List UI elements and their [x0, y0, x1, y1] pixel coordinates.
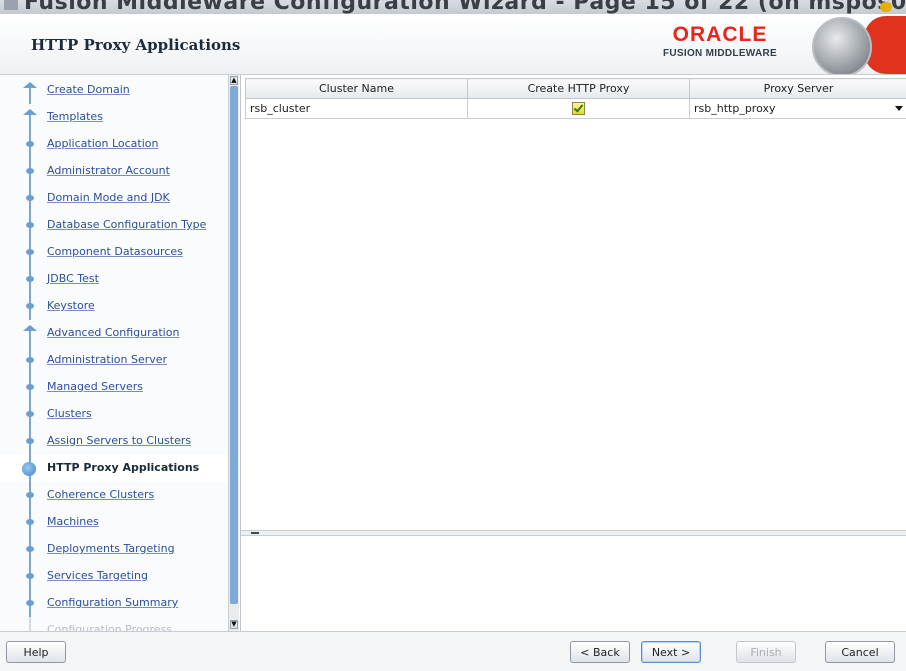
app-icon [4, 0, 18, 10]
step-marker-icon [26, 222, 34, 228]
lower-message-pane [241, 536, 906, 631]
scroll-down-icon[interactable]: ▼ [230, 620, 238, 629]
nav-item-administration-server[interactable]: Administration Server [0, 347, 228, 374]
nav-item-label: Administration Server [47, 353, 167, 366]
nav-item-label: Clusters [47, 407, 92, 420]
window-titlebar: Fusion Middleware Configuration Wizard -… [0, 0, 906, 14]
nav-item-label: Configuration Progress [47, 623, 172, 631]
nav-item-label: Deployments Targeting [47, 542, 175, 555]
next-button[interactable]: Next > [641, 641, 701, 663]
nav-item-templates[interactable]: Templates [0, 104, 228, 131]
step-marker-icon [26, 384, 34, 390]
step-marker-icon [26, 303, 34, 309]
nav-item-coherence-clusters[interactable]: Coherence Clusters [0, 482, 228, 509]
wizard-header: HTTP Proxy Applications ORACLE FUSION MI… [0, 14, 906, 74]
create-http-proxy-checkbox[interactable] [572, 102, 585, 115]
nav-item-label: Services Targeting [47, 569, 148, 582]
nav-scrollbar[interactable]: ▲ ▼ [228, 75, 239, 631]
nav-item-label: Machines [47, 515, 99, 528]
nav-item-machines[interactable]: Machines [0, 509, 228, 536]
step-marker-icon [26, 168, 34, 174]
nav-item-label: JDBC Test [47, 272, 99, 285]
nav-item-configuration-progress: Configuration Progress [0, 617, 228, 631]
create-http-proxy-cell [468, 99, 690, 119]
nav-item-services-targeting[interactable]: Services Targeting [0, 563, 228, 590]
brand-disc-icon [812, 17, 872, 74]
nav-item-label: Keystore [47, 299, 95, 312]
nav-item-database-configuration-type[interactable]: Database Configuration Type [0, 212, 228, 239]
step-marker-icon [26, 249, 34, 255]
column-header-proxy-server[interactable]: Proxy Server [690, 79, 906, 99]
step-marker-icon [23, 109, 37, 115]
window-control-icon[interactable] [880, 2, 892, 12]
step-marker-icon [26, 411, 34, 417]
nav-item-label: Administrator Account [47, 164, 170, 177]
nav-item-domain-mode-and-jdk[interactable]: Domain Mode and JDK [0, 185, 228, 212]
nav-item-label: Configuration Summary [47, 596, 178, 609]
step-marker-icon [26, 141, 34, 147]
step-marker-icon [26, 600, 34, 606]
brand-graphic [802, 14, 906, 74]
nav-item-label: Application Location [47, 137, 158, 150]
column-header-create-http-proxy[interactable]: Create HTTP Proxy [468, 79, 690, 99]
nav-item-label: Advanced Configuration [47, 326, 179, 339]
scroll-thumb[interactable] [230, 86, 238, 604]
column-header-cluster-name[interactable]: Cluster Name [246, 79, 468, 99]
nav-item-deployments-targeting[interactable]: Deployments Targeting [0, 536, 228, 563]
page-title: HTTP Proxy Applications [31, 36, 240, 54]
step-marker-icon [23, 82, 37, 88]
wizard-footer: Help < Back Next > Finish Cancel [0, 631, 906, 671]
oracle-logo: ORACLE [630, 24, 810, 46]
nav-item-application-location[interactable]: Application Location [0, 131, 228, 158]
nav-item-label: Managed Servers [47, 380, 143, 393]
step-marker-icon [26, 195, 34, 201]
finish-button[interactable]: Finish [736, 641, 796, 663]
nav-item-configuration-summary[interactable]: Configuration Summary [0, 590, 228, 617]
step-marker-icon [26, 492, 34, 498]
step-marker-icon [26, 357, 34, 363]
nav-item-http-proxy-applications[interactable]: HTTP Proxy Applications [0, 455, 228, 482]
divider-grip-icon[interactable] [251, 532, 259, 534]
wizard-steps-nav: Create Domain Templates Application Loca… [0, 75, 238, 631]
window-title: Fusion Middleware Configuration Wizard -… [24, 0, 906, 14]
nav-item-label: Templates [47, 110, 103, 123]
step-marker-icon [26, 573, 34, 579]
nav-item-label: Component Datasources [47, 245, 183, 258]
content-panel: Cluster Name Create HTTP Proxy Proxy Ser… [240, 75, 906, 631]
scroll-up-icon[interactable]: ▲ [230, 76, 238, 85]
nav-item-label: Database Configuration Type [47, 218, 206, 231]
cancel-button[interactable]: Cancel [825, 641, 895, 663]
nav-item-advanced-configuration[interactable]: Advanced Configuration [0, 320, 228, 347]
back-button[interactable]: < Back [570, 641, 630, 663]
step-marker-icon [26, 438, 34, 444]
step-marker-icon [26, 519, 34, 525]
proxy-server-value: rsb_http_proxy [694, 102, 776, 115]
current-step-icon [22, 462, 36, 476]
nav-item-label: Domain Mode and JDK [47, 191, 170, 204]
chevron-down-icon[interactable] [895, 106, 903, 111]
nav-item-label: HTTP Proxy Applications [47, 461, 199, 474]
nav-item-clusters[interactable]: Clusters [0, 401, 228, 428]
table-row[interactable]: rsb_cluster rsb_http_proxy [246, 99, 906, 119]
nav-item-managed-servers[interactable]: Managed Servers [0, 374, 228, 401]
step-marker-icon [26, 546, 34, 552]
http-proxy-table: Cluster Name Create HTTP Proxy Proxy Ser… [245, 78, 906, 119]
nav-item-label: Coherence Clusters [47, 488, 154, 501]
nav-item-component-datasources[interactable]: Component Datasources [0, 239, 228, 266]
proxy-server-dropdown[interactable]: rsb_http_proxy [690, 99, 906, 119]
nav-item-administrator-account[interactable]: Administrator Account [0, 158, 228, 185]
help-button[interactable]: Help [6, 641, 66, 663]
nav-item-create-domain[interactable]: Create Domain [0, 77, 228, 104]
oracle-brand: ORACLE FUSION MIDDLEWARE [630, 24, 810, 64]
fusion-middleware-label: FUSION MIDDLEWARE [630, 48, 810, 59]
nav-item-assign-servers-to-clusters[interactable]: Assign Servers to Clusters [0, 428, 228, 455]
cluster-name-cell: rsb_cluster [246, 99, 468, 119]
nav-item-jdbc-test[interactable]: JDBC Test [0, 266, 228, 293]
nav-item-label: Assign Servers to Clusters [47, 434, 191, 447]
step-marker-icon [26, 276, 34, 282]
nav-item-keystore[interactable]: Keystore [0, 293, 228, 320]
nav-item-label: Create Domain [47, 83, 130, 96]
step-marker-icon [23, 325, 37, 331]
